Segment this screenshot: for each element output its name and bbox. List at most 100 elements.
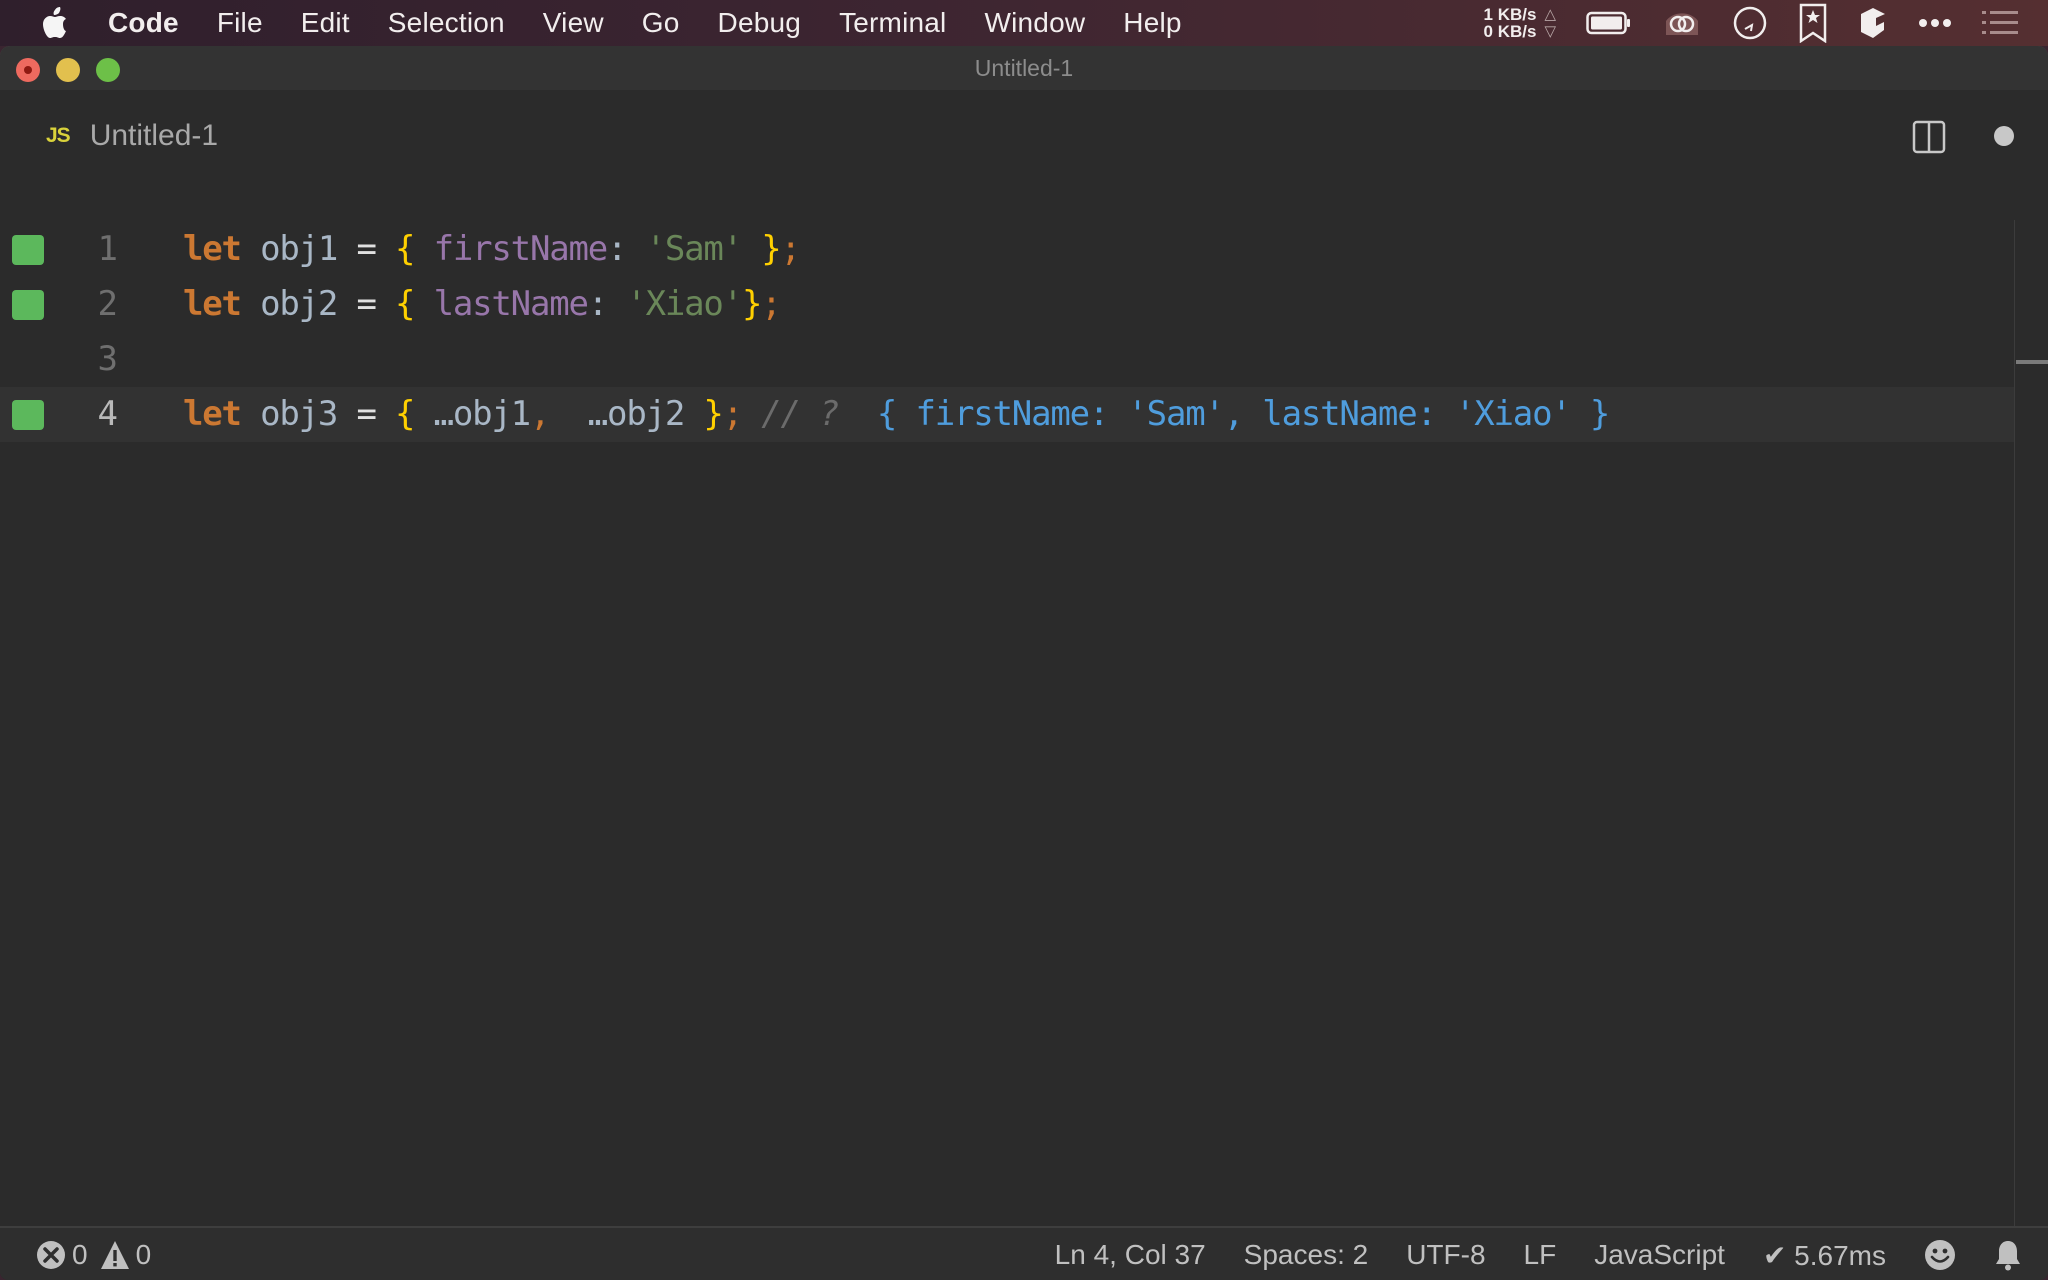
- language-mode[interactable]: JavaScript: [1594, 1239, 1725, 1271]
- problems-indicator[interactable]: 0 0: [36, 1239, 159, 1271]
- code-token-ident: [742, 229, 761, 269]
- quokka-timing[interactable]: ✔ 5.67ms: [1763, 1239, 1886, 1272]
- code-token-ident: [376, 229, 395, 269]
- more-icon[interactable]: [1918, 18, 1952, 28]
- code-token-ident: …: [549, 394, 608, 434]
- warning-icon: [100, 1240, 130, 1270]
- error-icon: [36, 1240, 66, 1270]
- coverage-marker-icon: [12, 235, 44, 265]
- code-token-prop: lastName: [433, 284, 589, 324]
- code-token-ident: [742, 394, 761, 434]
- end-of-line[interactable]: LF: [1524, 1239, 1557, 1271]
- upload-speed: 1 KB/s: [1483, 5, 1537, 24]
- code-line[interactable]: 3: [0, 332, 2014, 387]
- code-token-ident: obj2: [260, 284, 338, 324]
- bookmark-star-icon[interactable]: [1798, 3, 1828, 43]
- menu-selection[interactable]: Selection: [388, 7, 505, 39]
- warning-count: 0: [135, 1239, 152, 1270]
- code-token-result: { firstName: 'Sam', lastName: 'Xiao' }: [876, 394, 1610, 434]
- network-speed[interactable]: 1 KB/s 0 KB/s: [1484, 6, 1537, 40]
- code-line[interactable]: 2 let obj2 = { lastName: 'Xiao'};: [0, 277, 2014, 332]
- code-editor[interactable]: 1 let obj1 = { firstName: 'Sam' }; 2 let…: [0, 170, 2048, 1226]
- macos-menu-bar: Code File Edit Selection View Go Debug T…: [0, 0, 2048, 46]
- editor-tab-bar: JS Untitled-1: [0, 90, 2048, 170]
- menu-extras: 1 KB/s 0 KB/s △ ▽: [1484, 0, 2048, 46]
- line-code: let obj3 = { …obj1, …obj2 }; // ? { firs…: [183, 387, 1610, 442]
- window-title: Untitled-1: [974, 55, 1074, 81]
- code-token-prop: firstName: [433, 229, 609, 269]
- code-token-ident: [376, 394, 395, 434]
- code-line[interactable]: 1 let obj1 = { firstName: 'Sam' };: [0, 222, 2014, 277]
- list-icon[interactable]: [1982, 10, 2018, 36]
- code-token-ident: [684, 394, 703, 434]
- code-token-ident: [241, 284, 260, 324]
- code-token-cmt: // ?: [761, 394, 839, 434]
- clock-icon[interactable]: [1732, 5, 1768, 41]
- code-token-punc: ,: [529, 394, 550, 434]
- menu-debug[interactable]: Debug: [718, 7, 802, 39]
- code-token-ident: …: [414, 394, 454, 434]
- creative-cloud-icon[interactable]: [1662, 9, 1702, 37]
- coverage-marker-icon: [12, 290, 44, 320]
- line-code: let obj2 = { lastName: 'Xiao'};: [183, 277, 782, 332]
- code-token-ident: [241, 394, 260, 434]
- code-token-colon: :: [607, 229, 646, 269]
- cursor-position[interactable]: Ln 4, Col 37: [1055, 1239, 1206, 1271]
- cursor-position-marker: [2016, 360, 2048, 364]
- code-token-ident: obj2: [607, 394, 685, 434]
- battery-icon[interactable]: [1586, 11, 1632, 35]
- menu-file[interactable]: File: [217, 7, 263, 39]
- menu-terminal[interactable]: Terminal: [839, 7, 946, 39]
- feedback-smiley-icon[interactable]: [1924, 1239, 1956, 1271]
- line-number: 1: [97, 229, 118, 269]
- notifications-bell-icon[interactable]: [1994, 1239, 2022, 1271]
- code-token-ident: [241, 229, 260, 269]
- menu-help[interactable]: Help: [1123, 7, 1181, 39]
- code-token-op: =: [356, 229, 376, 269]
- menu-edit[interactable]: Edit: [301, 7, 350, 39]
- download-speed: 0 KB/s: [1483, 22, 1537, 41]
- editor-window: Untitled-1 JS Untitled-1 1 let obj1 = { …: [0, 46, 2048, 1280]
- menu-go[interactable]: Go: [642, 7, 680, 39]
- apple-logo-icon[interactable]: [40, 6, 70, 40]
- menu-code[interactable]: Code: [108, 7, 179, 39]
- overview-ruler-scrollbar[interactable]: [2014, 220, 2048, 1226]
- code-token-punc: ;: [780, 229, 801, 269]
- window-titlebar[interactable]: Untitled-1: [0, 46, 2048, 90]
- file-encoding[interactable]: UTF-8: [1406, 1239, 1485, 1271]
- code-token-op: =: [356, 284, 376, 324]
- indentation-setting[interactable]: Spaces: 2: [1244, 1239, 1369, 1271]
- code-line-current[interactable]: 4 let obj3 = { …obj1, …obj2 }; // ? { fi…: [0, 387, 2014, 442]
- code-token-ident: [337, 284, 356, 324]
- coverage-marker-icon: [12, 400, 44, 430]
- code-token-brace: {: [395, 284, 415, 324]
- code-token-ident: obj1: [452, 394, 531, 434]
- code-token-ident: [337, 229, 356, 269]
- unsaved-changes-dot-icon[interactable]: [1994, 126, 2014, 146]
- code-token-ident: [414, 229, 433, 269]
- code-token-punc: ;: [722, 394, 743, 434]
- box-app-icon[interactable]: [1858, 6, 1888, 40]
- split-editor-icon[interactable]: [1912, 120, 1946, 154]
- code-token-kw: let: [183, 394, 242, 434]
- code-token-brace: {: [395, 394, 415, 434]
- code-token-ident: [838, 394, 877, 434]
- code-token-ident: [414, 284, 433, 324]
- code-token-ident: [376, 284, 395, 324]
- menu-window[interactable]: Window: [984, 7, 1085, 39]
- line-number: 4: [97, 394, 118, 434]
- code-token-kw: let: [183, 284, 242, 324]
- code-token-ident: obj3: [260, 394, 338, 434]
- code-token-ident: obj1: [260, 229, 338, 269]
- download-arrow-icon: ▽: [1544, 23, 1556, 40]
- code-token-ident: [337, 394, 356, 434]
- status-bar: 0 0 Ln 4, Col 37 Spaces: 2 UTF-8 LF Java…: [0, 1226, 2048, 1280]
- tab-label: Untitled-1: [89, 119, 219, 152]
- javascript-file-icon: JS: [46, 124, 71, 147]
- code-token-punc: ;: [761, 284, 781, 324]
- network-arrows: △ ▽: [1544, 6, 1556, 40]
- menu-view[interactable]: View: [543, 7, 604, 39]
- code-token-op: =: [356, 394, 376, 434]
- code-token-colon: :: [587, 284, 627, 324]
- tab-untitled-1[interactable]: JS Untitled-1: [46, 116, 218, 156]
